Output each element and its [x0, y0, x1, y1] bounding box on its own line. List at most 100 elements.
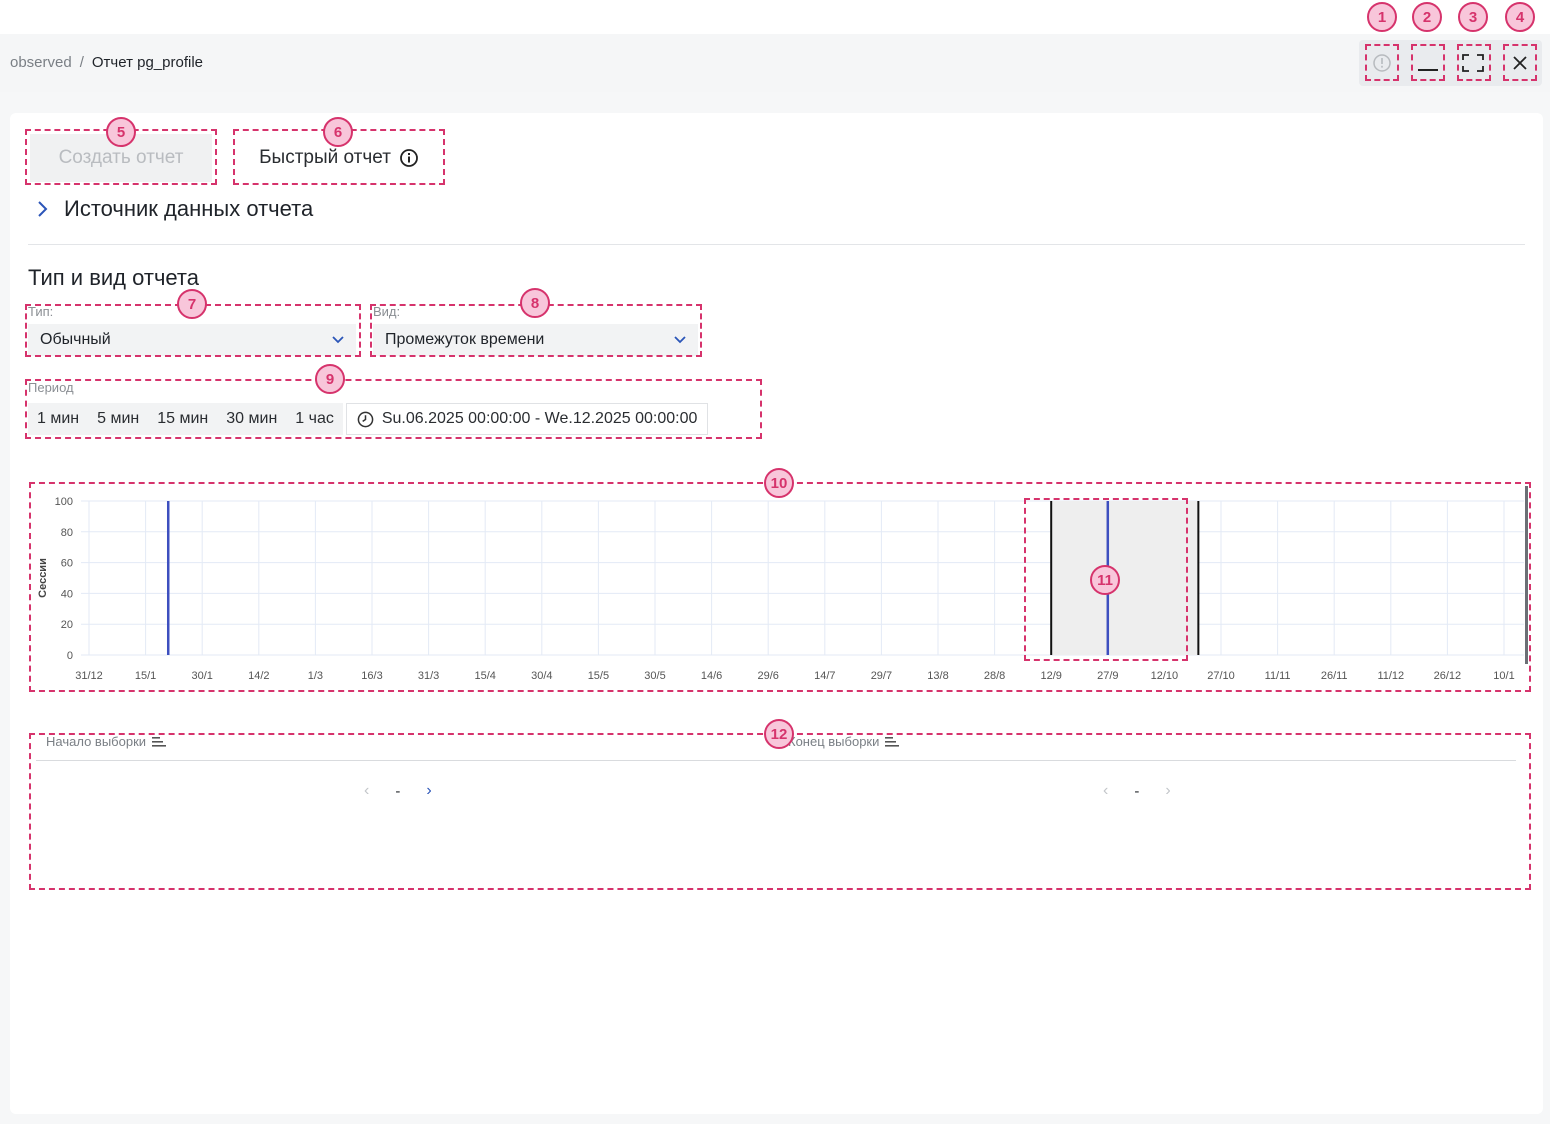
- view-select[interactable]: Промежуток времени: [373, 324, 698, 356]
- source-label: Источник данных отчета: [64, 196, 314, 221]
- x-tick-label: 31/3: [418, 670, 439, 682]
- prev-page-icon[interactable]: ‹: [364, 782, 369, 800]
- x-tick-label: 15/5: [588, 670, 609, 682]
- marker-10: 10: [764, 468, 794, 498]
- sort-icon: [152, 736, 167, 747]
- x-tick-label: 12/10: [1151, 670, 1179, 682]
- marker-9: 9: [315, 364, 345, 394]
- marker-8: 8: [520, 288, 550, 318]
- marker-6: 6: [323, 117, 353, 147]
- x-tick-label: 26/12: [1434, 670, 1462, 682]
- quick-report-label: Быстрый отчет: [259, 147, 391, 168]
- x-tick-label: 12/9: [1040, 670, 1061, 682]
- col-start-header[interactable]: Начало выборки: [46, 734, 167, 749]
- date-range-picker[interactable]: Su.06.2025 00:00:00 - We.12.2025 00:00:0…: [345, 403, 709, 435]
- pager-end: ‹ - ›: [1103, 782, 1171, 800]
- y-tick-label: 40: [61, 588, 73, 600]
- info-icon: [400, 149, 418, 167]
- x-tick-label: 1/3: [308, 670, 323, 682]
- marker-12: 12: [764, 719, 794, 749]
- pager-start-value: -: [395, 782, 401, 800]
- col-end-label: Конец выборки: [788, 734, 880, 749]
- y-axis-label: Сессии: [37, 558, 49, 598]
- period-selector: 1 мин 5 мин 15 мин 30 мин 1 час Su.06.20…: [28, 403, 709, 435]
- period-label: Период: [28, 380, 74, 395]
- chevron-down-icon: [674, 336, 686, 344]
- marker-4: 4: [1505, 2, 1535, 32]
- y-tick-label: 100: [55, 496, 73, 508]
- preset-5min[interactable]: 5 мин: [88, 403, 149, 435]
- section-title: Тип и вид отчета: [28, 265, 199, 290]
- clock-icon: [357, 411, 374, 427]
- pager-end-value: -: [1134, 782, 1140, 800]
- x-tick-label: 31/12: [75, 670, 103, 682]
- preset-1min[interactable]: 1 мин: [28, 403, 89, 435]
- x-tick-label: 29/7: [871, 670, 892, 682]
- fullscreen-icon[interactable]: [1457, 46, 1489, 80]
- breadcrumb-separator: /: [79, 54, 84, 71]
- breadcrumb: observed / Отчет pg_profile: [10, 54, 203, 71]
- marker-2: 2: [1412, 2, 1442, 32]
- marker-3: 3: [1458, 2, 1488, 32]
- x-tick-label: 15/1: [135, 670, 156, 682]
- x-tick-label: 14/6: [701, 670, 722, 682]
- x-tick-label: 10/1: [1493, 670, 1514, 682]
- x-tick-label: 28/8: [984, 670, 1005, 682]
- x-tick-label: 16/3: [361, 670, 382, 682]
- close-icon[interactable]: [1504, 46, 1536, 80]
- next-page-icon[interactable]: ›: [426, 782, 431, 800]
- type-select[interactable]: Обычный: [28, 324, 356, 356]
- x-tick-label: 29/6: [757, 670, 778, 682]
- marker-1: 1: [1367, 2, 1397, 32]
- x-tick-label: 13/8: [927, 670, 948, 682]
- col-start-label: Начало выборки: [46, 734, 147, 749]
- x-tick-label: 27/10: [1207, 670, 1235, 682]
- x-tick-label: 26/11: [1321, 670, 1348, 682]
- y-tick-label: 0: [67, 650, 73, 662]
- header-divider: [36, 760, 1516, 761]
- marker-7: 7: [177, 289, 207, 319]
- sessions-chart[interactable]: 31/12 15/1 30/1 14/2 1/3 16/3 31/3 15/4 30/4 15/5…: [32, 486, 1528, 686]
- x-tick-label: 14/2: [248, 670, 269, 682]
- type-label: Тип:: [28, 304, 54, 319]
- next-page-icon[interactable]: ›: [1165, 782, 1170, 800]
- breadcrumb-parent[interactable]: observed: [10, 54, 72, 71]
- info-icon[interactable]: [1366, 46, 1398, 80]
- x-tick-label: 27/9: [1097, 670, 1118, 682]
- x-tick-label: 30/5: [644, 670, 665, 682]
- col-end-header[interactable]: Конец выборки: [788, 734, 900, 749]
- header-bar: [0, 34, 1550, 92]
- minimize-icon[interactable]: [1412, 46, 1444, 80]
- y-tick-label: 60: [61, 558, 73, 570]
- pager-start: ‹ - ›: [364, 782, 432, 800]
- x-tick-label: 30/4: [531, 670, 552, 682]
- y-tick-label: 80: [61, 527, 73, 539]
- samples-table: Начало выборки Конец выборки ‹ - › ‹ - ›: [36, 734, 1516, 884]
- marker-11: 11: [1090, 565, 1120, 595]
- x-tick-label: 30/1: [191, 670, 212, 682]
- chevron-down-icon: [332, 336, 344, 344]
- marker-5: 5: [106, 117, 136, 147]
- selection-region: [1051, 501, 1199, 655]
- chart-scroll-edge: [1525, 486, 1528, 664]
- date-range-value: Su.06.2025 00:00:00 - We.12.2025 00:00:0…: [381, 410, 698, 427]
- x-tick-label: 11/12: [1377, 670, 1404, 682]
- type-value: Обычный: [40, 331, 111, 348]
- top-strip: [0, 0, 1550, 34]
- chevron-right-icon: [38, 201, 48, 217]
- x-tick-label: 11/11: [1265, 670, 1291, 682]
- preset-30min[interactable]: 30 мин: [217, 403, 287, 435]
- view-value: Промежуток времени: [385, 331, 545, 348]
- source-toggle[interactable]: Источник данных отчета: [36, 196, 313, 222]
- breadcrumb-current: Отчет pg_profile: [91, 54, 204, 71]
- y-tick-label: 20: [61, 619, 73, 631]
- prev-page-icon[interactable]: ‹: [1103, 782, 1108, 800]
- preset-1hour[interactable]: 1 час: [286, 403, 343, 435]
- view-label: Вид:: [373, 304, 401, 319]
- x-tick-label: 14/7: [814, 670, 835, 682]
- chart-svg: 31/12 15/1 30/1 14/2 1/3 16/3 31/3 15/4 30/4 15/5…: [37, 486, 1528, 682]
- sort-icon: [885, 736, 900, 747]
- x-tick-label: 15/4: [474, 670, 495, 682]
- preset-15min[interactable]: 15 мин: [148, 403, 218, 435]
- divider: [28, 244, 1525, 245]
